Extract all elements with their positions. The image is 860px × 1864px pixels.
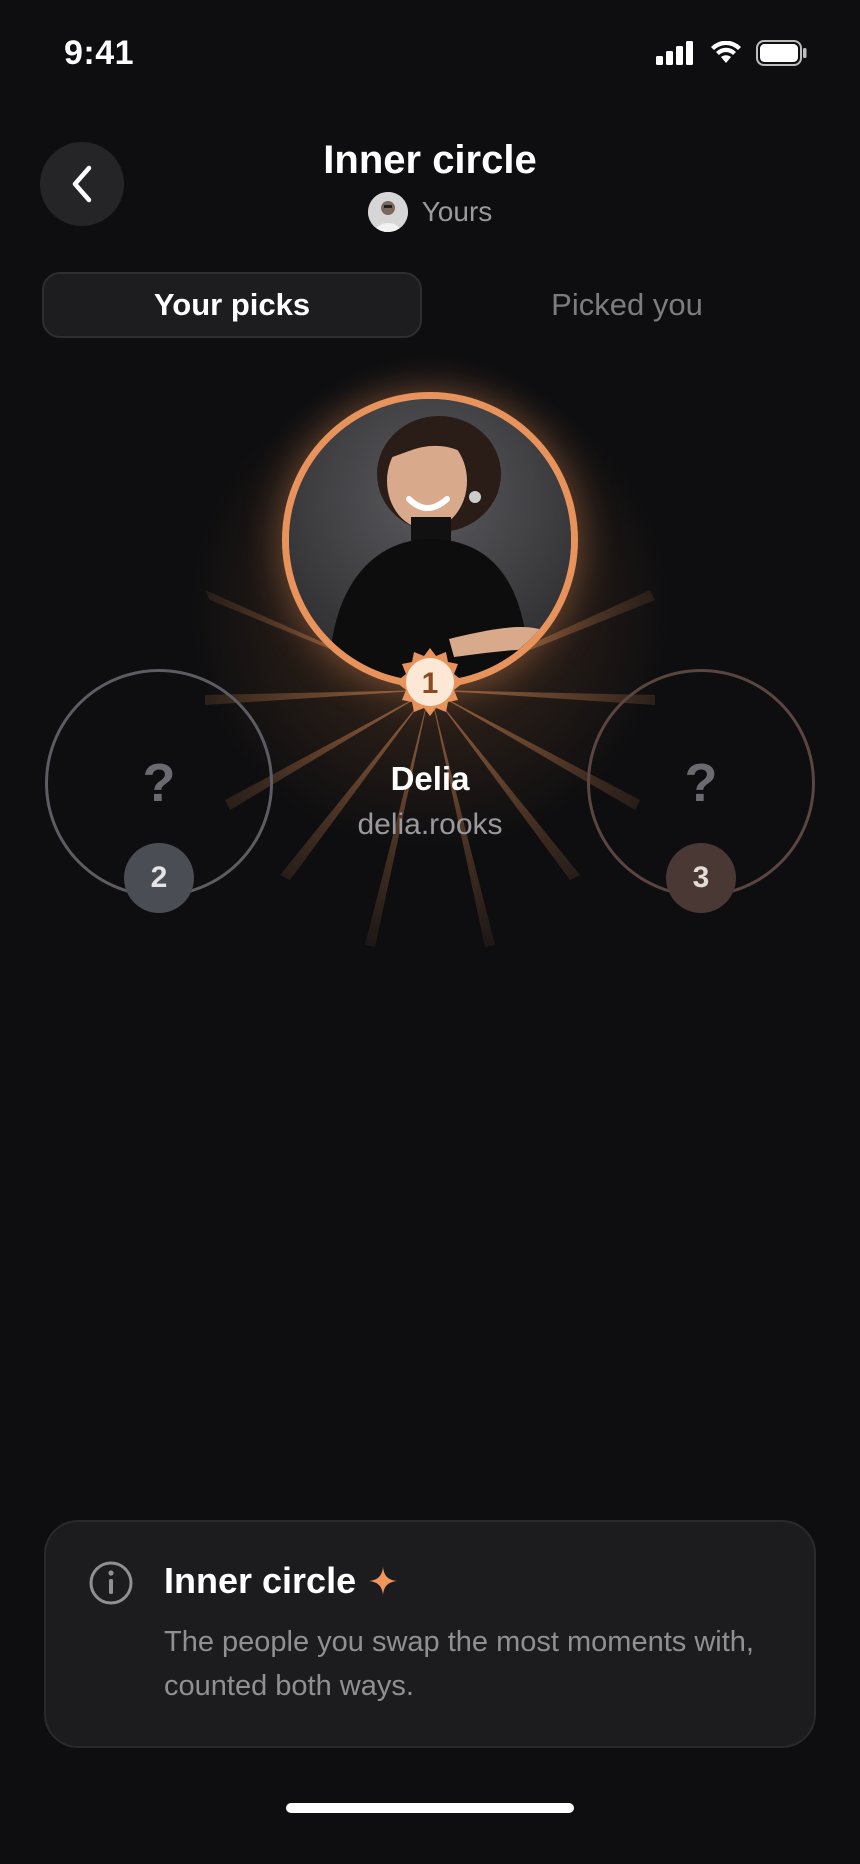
info-card-body: The people you swap the most moments wit… — [164, 1626, 754, 1702]
info-icon[interactable] — [88, 1560, 134, 1606]
home-indicator — [286, 1803, 574, 1813]
pick-1-name: Delia — [390, 760, 470, 797]
info-card-title: Inner circle — [164, 1560, 357, 1601]
pick-1-photo[interactable] — [282, 392, 578, 688]
info-card-title-row: Inner circle — [164, 1560, 398, 1602]
rank-3-badge: 3 — [666, 843, 736, 913]
rank-1-badge: 1 — [396, 648, 464, 716]
sparkle-icon — [369, 1567, 398, 1595]
pick-1-handle: delia.rooks — [357, 808, 503, 841]
question-mark-icon: ? — [142, 753, 176, 813]
rank-2-badge: 2 — [124, 843, 194, 913]
question-mark-icon: ? — [684, 753, 718, 813]
rank-1-number: 1 — [422, 667, 439, 700]
